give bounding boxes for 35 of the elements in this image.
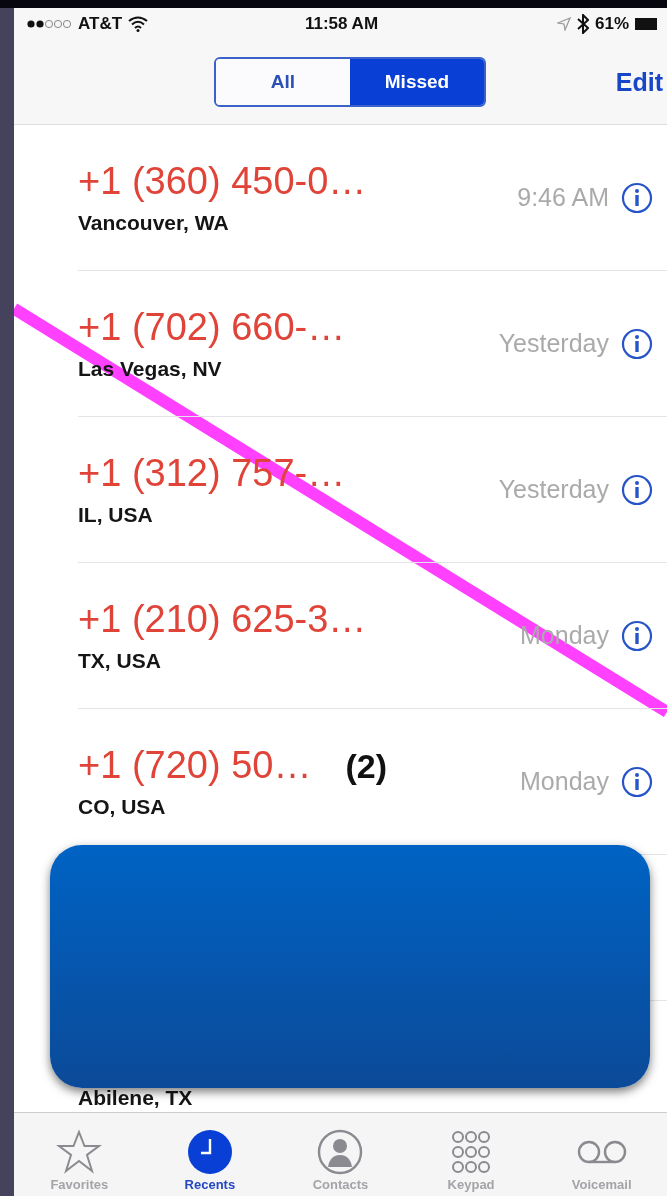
segment-tab[interactable]: Missed <box>350 59 484 105</box>
tab-bar-item[interactable]: Recents <box>144 1113 276 1196</box>
call-location: CO, USA <box>78 795 167 819</box>
clock-icon <box>186 1129 233 1175</box>
battery-percentage: 61% <box>595 14 629 34</box>
battery-icon <box>635 17 657 31</box>
call-location: Vancouver, WA <box>78 211 230 235</box>
call-time: Yesterday <box>498 475 609 504</box>
clock-time: 11:58 AM <box>304 14 379 34</box>
location-arrow-icon <box>557 17 571 31</box>
carrier-name: AT&T <box>78 14 123 34</box>
info-icon[interactable] <box>621 473 653 506</box>
star-icon <box>56 1129 103 1175</box>
phone-number: +1 (720) 50… <box>78 744 312 787</box>
call-count: (2) <box>345 747 387 786</box>
phone-number: +1 (360) 450-0… <box>78 160 367 203</box>
call-time: Monday <box>520 767 609 796</box>
segment-tab[interactable]: All <box>216 59 350 105</box>
keypad-icon <box>451 1129 492 1175</box>
info-icon[interactable] <box>621 181 653 214</box>
call-time: 9:46 AM <box>517 183 609 212</box>
call-location: IL, USA <box>78 503 154 527</box>
bluetooth-icon <box>577 14 589 34</box>
wifi-icon <box>128 16 149 32</box>
phone-number: +1 (702) 660-… <box>78 306 346 349</box>
call-location: TX, USA <box>78 649 162 673</box>
person-icon <box>317 1129 364 1175</box>
call-location: Abilene, TX <box>78 1086 194 1110</box>
info-icon[interactable] <box>621 765 653 798</box>
edit-button[interactable]: Edit <box>615 67 663 97</box>
call-time: Yesterday <box>498 329 609 358</box>
phone-number: +1 (210) 625-3… <box>78 598 367 641</box>
signal-dots-icon <box>26 19 72 29</box>
info-icon[interactable] <box>621 327 653 360</box>
info-icon[interactable] <box>621 619 653 652</box>
